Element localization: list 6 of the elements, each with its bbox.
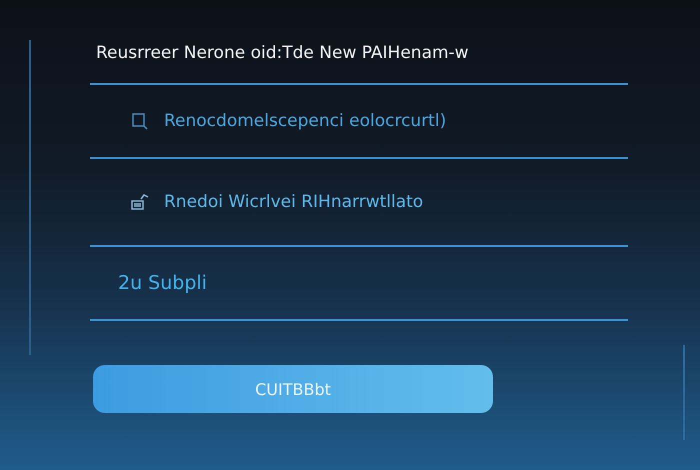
form-title: Reusrreer Nerone oid:Tde New PAIHenam-w — [95, 42, 470, 65]
edit-icon — [130, 192, 150, 212]
input-field[interactable]: 2u Subpli — [118, 272, 558, 294]
frame-icon — [130, 111, 150, 131]
input-field[interactable]: Rnedoi Wicrlvei RIHnarrwtllato — [164, 192, 604, 212]
input-field[interactable]: Renocdomelscepenci eolocrcurtl) — [164, 111, 604, 131]
